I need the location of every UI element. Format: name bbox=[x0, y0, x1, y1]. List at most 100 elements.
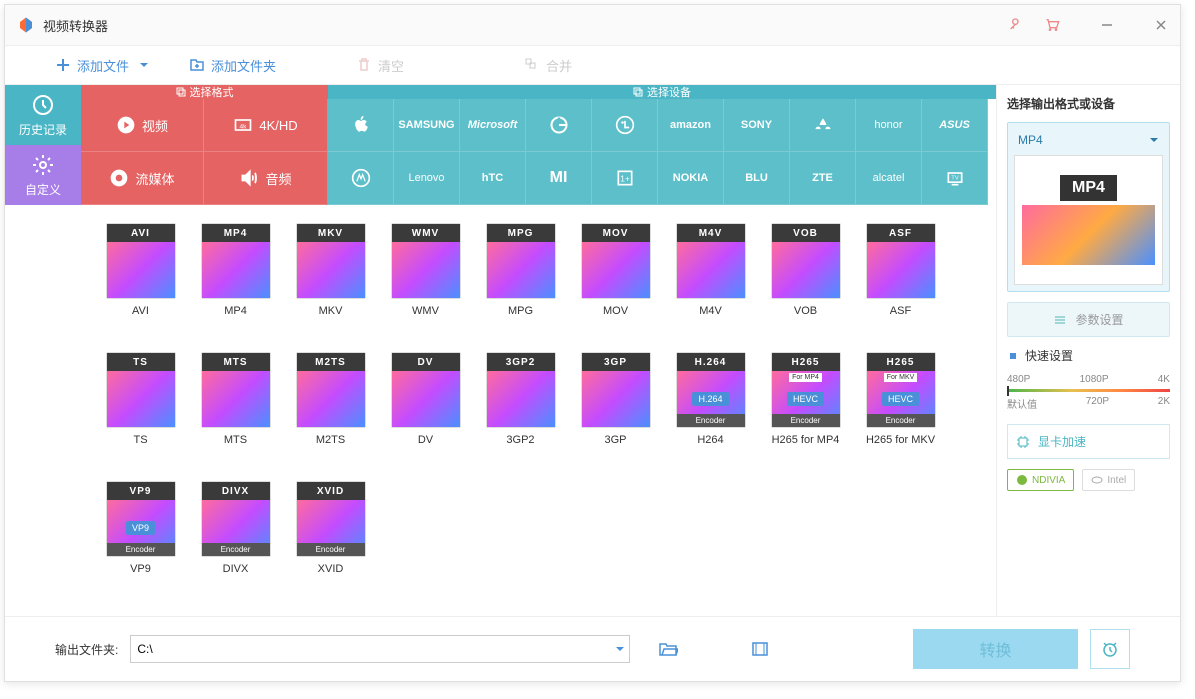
timer-button[interactable] bbox=[1090, 629, 1130, 669]
format-thumb bbox=[202, 242, 270, 298]
brand-microsoft[interactable]: Microsoft bbox=[460, 99, 526, 152]
gpu-nvidia-chip[interactable]: NDIVIA bbox=[1007, 469, 1074, 491]
format-item-mp4[interactable]: MP4MP4 bbox=[188, 217, 283, 346]
category-stream[interactable]: 流媒体 bbox=[81, 152, 204, 205]
convert-button[interactable]: 转换 bbox=[913, 629, 1078, 669]
close-button[interactable] bbox=[1154, 18, 1168, 32]
format-item-3gp2[interactable]: 3GP23GP2 bbox=[473, 346, 568, 475]
format-item-mpg[interactable]: MPGMPG bbox=[473, 217, 568, 346]
brand-alcatel[interactable]: alcatel bbox=[856, 152, 922, 205]
brand-tv[interactable]: TV bbox=[922, 152, 988, 205]
brand-lenovo[interactable]: Lenovo bbox=[394, 152, 460, 205]
format-badge: 3GP2 bbox=[487, 353, 555, 371]
format-item-divx[interactable]: DIVXDIVX bbox=[188, 475, 283, 604]
clear-button[interactable]: 清空 bbox=[356, 56, 404, 75]
params-button[interactable]: 参数设置 bbox=[1007, 302, 1170, 337]
open-folder-icon[interactable] bbox=[658, 639, 678, 659]
add-folder-button[interactable]: 添加文件夹 bbox=[189, 56, 276, 75]
format-thumb bbox=[107, 371, 175, 427]
dropdown-arrow-icon[interactable] bbox=[139, 60, 149, 70]
format-name: ASF bbox=[890, 305, 911, 317]
format-thumb bbox=[487, 371, 555, 427]
format-item-3gp[interactable]: 3GP3GP bbox=[568, 346, 663, 475]
brand-lg[interactable] bbox=[592, 99, 658, 152]
format-item-avi[interactable]: AVIAVI bbox=[93, 217, 188, 346]
category-video[interactable]: 视频 bbox=[81, 99, 204, 152]
brand-nokia[interactable]: NOKIA bbox=[658, 152, 724, 205]
format-item-xvid[interactable]: XVIDXVID bbox=[283, 475, 378, 604]
add-file-button[interactable]: 添加文件 bbox=[55, 56, 129, 75]
apple-icon bbox=[351, 115, 371, 135]
format-item-dv[interactable]: DVDV bbox=[378, 346, 473, 475]
sidebar-custom-button[interactable]: 自定义 bbox=[5, 145, 81, 205]
format-item-h265-for-mkv[interactable]: H265For MKVHEVCH265 for MKV bbox=[853, 346, 948, 475]
format-badge: AVI bbox=[107, 224, 175, 242]
format-item-h265-for-mp4[interactable]: H265For MP4HEVCH265 for MP4 bbox=[758, 346, 853, 475]
main-content: 选择格式 选择设备 视频 4k 4K/HD bbox=[81, 85, 996, 616]
tv-icon: TV bbox=[945, 168, 965, 188]
brand-oneplus[interactable]: 1+ bbox=[592, 152, 658, 205]
format-thumb bbox=[677, 242, 745, 298]
brand-mi[interactable]: MI bbox=[526, 152, 592, 205]
cart-icon[interactable] bbox=[1044, 17, 1060, 33]
brand-honor[interactable]: honor bbox=[856, 99, 922, 152]
gpu-intel-chip[interactable]: Intel bbox=[1082, 469, 1135, 491]
format-badge: M2TS bbox=[297, 353, 365, 371]
brand-htc[interactable]: hTC bbox=[460, 152, 526, 205]
brand-zte[interactable]: ZTE bbox=[790, 152, 856, 205]
format-tab-header: 选择格式 bbox=[81, 85, 328, 99]
format-name: XVID bbox=[318, 563, 344, 575]
format-badge: H265 bbox=[772, 353, 840, 371]
key-icon[interactable] bbox=[1008, 17, 1024, 33]
brand-samsung[interactable]: SAMSUNG bbox=[394, 99, 460, 152]
output-format-selector[interactable]: MP4 MP4 bbox=[1007, 122, 1170, 292]
format-item-mts[interactable]: MTSMTS bbox=[188, 346, 283, 475]
app-title: 视频转换器 bbox=[43, 16, 1008, 35]
film-icon[interactable] bbox=[750, 639, 770, 659]
sidebar-history-button[interactable]: 历史记录 bbox=[5, 85, 81, 145]
dropdown-icon[interactable] bbox=[614, 643, 626, 655]
category-4k[interactable]: 4k 4K/HD bbox=[204, 99, 328, 152]
brand-google[interactable] bbox=[526, 99, 592, 152]
format-badge: M4V bbox=[677, 224, 745, 242]
svg-text:TV: TV bbox=[951, 176, 959, 182]
brand-motorola[interactable] bbox=[328, 152, 394, 205]
category-audio[interactable]: 音频 bbox=[204, 152, 328, 205]
format-item-ts[interactable]: TSTS bbox=[93, 346, 188, 475]
brand-amazon[interactable]: amazon bbox=[658, 99, 724, 152]
format-item-m2ts[interactable]: M2TSM2TS bbox=[283, 346, 378, 475]
format-item-wmv[interactable]: WMVWMV bbox=[378, 217, 473, 346]
brand-huawei[interactable] bbox=[790, 99, 856, 152]
svg-text:4k: 4k bbox=[240, 123, 248, 130]
format-item-mov[interactable]: MOVMOV bbox=[568, 217, 663, 346]
format-name: VP9 bbox=[130, 563, 151, 575]
chip-icon bbox=[1016, 435, 1030, 449]
merge-button[interactable]: 合并 bbox=[524, 56, 572, 75]
oneplus-icon: 1+ bbox=[615, 168, 635, 188]
format-badge: TS bbox=[107, 353, 175, 371]
format-item-asf[interactable]: ASFASF bbox=[853, 217, 948, 346]
gpu-accel-button[interactable]: 显卡加速 bbox=[1007, 424, 1170, 459]
folder-plus-icon bbox=[189, 57, 205, 73]
gear-icon bbox=[31, 153, 55, 177]
sliders-icon bbox=[1053, 313, 1067, 327]
format-item-vp9[interactable]: VP9VP9VP9 bbox=[93, 475, 188, 604]
format-badge: MTS bbox=[202, 353, 270, 371]
minimize-button[interactable] bbox=[1100, 18, 1114, 32]
brand-apple[interactable] bbox=[328, 99, 394, 152]
quality-slider[interactable]: 480P 1080P 4K 默认值 720P 2K bbox=[1007, 374, 1170, 414]
brand-asus[interactable]: ASUS bbox=[922, 99, 988, 152]
format-item-mkv[interactable]: MKVMKV bbox=[283, 217, 378, 346]
output-folder-input[interactable] bbox=[130, 635, 630, 663]
format-badge: VP9 bbox=[107, 482, 175, 500]
square-icon bbox=[1007, 350, 1019, 362]
format-item-m4v[interactable]: M4VM4V bbox=[663, 217, 758, 346]
brand-sony[interactable]: SONY bbox=[724, 99, 790, 152]
app-logo-icon bbox=[17, 16, 35, 34]
format-thumb bbox=[202, 371, 270, 427]
brand-blu[interactable]: BLU bbox=[724, 152, 790, 205]
format-thumb: H.264 bbox=[677, 371, 745, 427]
format-item-vob[interactable]: VOBVOB bbox=[758, 217, 853, 346]
format-item-h264[interactable]: H.264H.264H264 bbox=[663, 346, 758, 475]
format-badge: 3GP bbox=[582, 353, 650, 371]
